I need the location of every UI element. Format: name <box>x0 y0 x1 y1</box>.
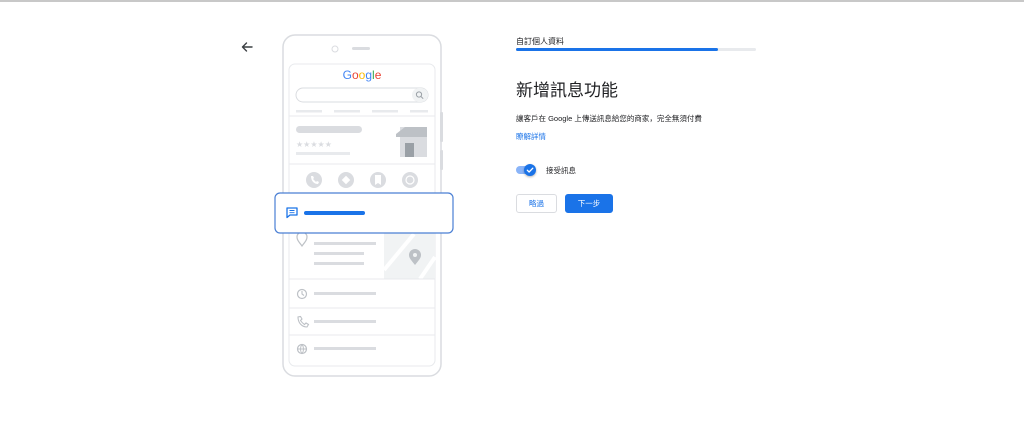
globe-icon <box>402 172 418 188</box>
google-logo: Google <box>343 68 382 82</box>
check-icon <box>526 167 534 173</box>
page-title: 新增訊息功能 <box>516 81 618 100</box>
accept-messages-toggle[interactable] <box>516 163 536 177</box>
step-label: 自訂個人資料 <box>516 37 564 46</box>
message-card <box>274 192 454 234</box>
bookmark-icon <box>370 172 386 188</box>
storefront-icon <box>396 127 427 157</box>
progress-bar <box>516 48 756 51</box>
phone-icon <box>306 172 322 188</box>
accept-messages-row: 接受訊息 <box>516 163 576 177</box>
description-text: 讓客戶在 Google 上傳送訊息給您的商家，完全無須付費 <box>516 114 702 123</box>
toggle-label: 接受訊息 <box>546 165 576 175</box>
progress-fill <box>516 48 718 51</box>
skip-button[interactable]: 略過 <box>516 194 557 213</box>
directions-icon <box>338 172 354 188</box>
next-button[interactable]: 下一步 <box>565 194 613 213</box>
top-divider <box>0 0 1024 2</box>
phone-illustration: Google ★★★★★ <box>274 34 454 377</box>
learn-more-link[interactable]: 瞭解詳情 <box>516 131 546 142</box>
map-thumbnail <box>382 232 437 281</box>
svg-text:★★★★★: ★★★★★ <box>296 140 332 149</box>
arrow-back-icon[interactable] <box>240 40 254 54</box>
